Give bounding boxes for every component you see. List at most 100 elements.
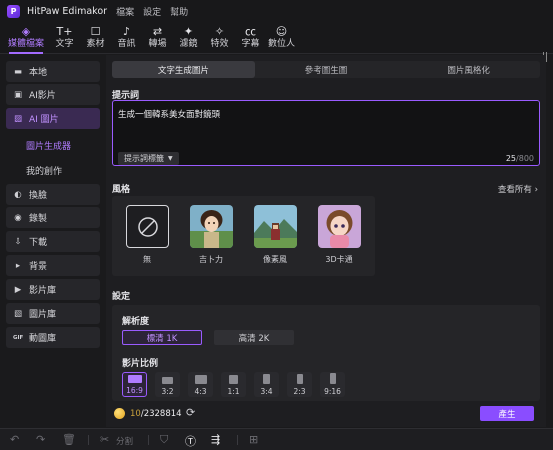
avatar-icon: ☺ (275, 25, 288, 38)
ratio-label: 1:1 (227, 387, 240, 396)
sidebar-item-record[interactable]: ◉ 錄製 (6, 207, 100, 228)
ratio-9-16-button[interactable]: 9:16 (320, 372, 345, 397)
redo-icon[interactable]: ↷ (36, 433, 45, 446)
sidebar-item-background[interactable]: ▸ 背景 (6, 255, 100, 276)
ai-image-panel: 文字生成圖片 參考圖生圖 圖片風格化 提示詞 生成一個韓系美女面對鏡頭 提示詞標… (106, 55, 546, 427)
ratio-2-3-icon (296, 374, 303, 384)
resolution-title: 解析度 (122, 317, 150, 327)
toolbar-audio[interactable]: ♪ 音訊 (111, 23, 142, 53)
toolbar-label: 特效 (210, 39, 229, 49)
toolbar-subtitle[interactable]: ㏄ 字幕 (235, 23, 266, 53)
sidebar-item-download[interactable]: ⇩ 下載 (6, 231, 100, 252)
ratio-label: 3:2 (161, 387, 174, 396)
prompt-tags-label: 提示詞標籤 (124, 154, 164, 163)
sidebar-subitem-image-generator[interactable]: 圖片生成器 (26, 139, 71, 152)
app-title: HitPaw Edimakor (27, 5, 108, 17)
refresh-icon[interactable]: ⟳ (186, 406, 195, 419)
delete-icon[interactable]: 🗑 (62, 433, 76, 446)
resolution-2k-button[interactable]: 高清 2K (214, 330, 294, 345)
prompt-char-current: 25 (505, 154, 517, 163)
mode-tabs: 文字生成圖片 參考圖生圖 圖片風格化 (112, 61, 540, 78)
title-bar: P HitPaw Edimakor 檔案 設定 幫助 (0, 0, 553, 22)
sidebar-item-label: AI 圖片 (29, 115, 59, 125)
toolbar-media[interactable]: ◈ 媒體檔案 (3, 23, 49, 54)
tab-image-stylize[interactable]: 圖片風格化 (397, 61, 540, 78)
style-label: 像素風 (263, 255, 287, 264)
undo-icon[interactable]: ↶ (10, 433, 19, 446)
ratio-16-9-button[interactable]: 16:9 (122, 372, 147, 397)
toolbar-effect[interactable]: ✧ 特效 (204, 23, 235, 53)
prompt-char-count: 25/800 (506, 154, 534, 163)
toolbar-transition[interactable]: ⇄ 轉場 (142, 23, 173, 53)
gif-library-icon: GIF (13, 334, 24, 341)
music-icon: ♪ (122, 25, 131, 38)
ratio-9-16-icon (329, 373, 336, 384)
subtitle-icon: ㏄ (245, 25, 256, 38)
record-icon: ◉ (14, 212, 22, 223)
prompt-text[interactable]: 生成一個韓系美女面對鏡頭 (118, 108, 220, 120)
sidebar-item-image-library[interactable]: ▧ 圖片庫 (6, 303, 100, 324)
caption-split-icon[interactable]: ⇶ (211, 433, 220, 446)
ratio-1-1-button[interactable]: 1:1 (221, 372, 246, 397)
sidebar-subitem-my-creations[interactable]: 我的創作 (26, 164, 62, 177)
sidebar-item-local[interactable]: ▬ 本地 (6, 61, 100, 82)
shield-icon[interactable]: ⛉ (160, 433, 168, 447)
style-pixel-card[interactable] (254, 205, 297, 248)
media-icon: ◈ (21, 25, 31, 38)
ratio-3-2-icon (162, 377, 173, 384)
menu-settings[interactable]: 設定 (143, 5, 161, 18)
filter-icon: ✦ (183, 25, 194, 38)
download-icon: ⇩ (14, 236, 22, 247)
toolbar-digital-human[interactable]: ☺ 數位人 (266, 23, 297, 53)
settings-panel: 解析度 標清 1K 高清 2K 影片比例 16:9 3:2 4:3 1:1 3:… (112, 305, 540, 401)
sidebar-item-gif-library[interactable]: GIF 動圖庫 (6, 327, 100, 348)
style-3d-cartoon-card[interactable] (318, 205, 361, 248)
scissors-icon[interactable]: ✂ (100, 433, 109, 446)
toolbar-filter[interactable]: ✦ 濾鏡 (173, 23, 204, 53)
sidebar-item-video-library[interactable]: ▶ 影片庫 (6, 279, 100, 300)
ratio-3-2-button[interactable]: 3:2 (155, 372, 180, 397)
toolbar-text[interactable]: T+ 文字 (49, 23, 80, 53)
split-label[interactable]: 分割 (116, 435, 133, 447)
style-gallery: 無 吉卜力 像素風 3D卡通 (112, 196, 375, 276)
see-all-styles-link[interactable]: 查看所有 › (498, 183, 538, 195)
chevron-right-icon: › (534, 185, 538, 195)
ratio-3-4-button[interactable]: 3:4 (254, 372, 279, 397)
tab-image-to-image[interactable]: 參考圖生圖 (255, 61, 398, 78)
toolbar-label: 音訊 (117, 39, 136, 49)
ratio-2-3-button[interactable]: 2:3 (287, 372, 312, 397)
prompt-input[interactable]: 生成一個韓系美女面對鏡頭 提示詞標籤 ▼ 25/800 (112, 100, 540, 166)
ratio-label: 4:3 (194, 387, 207, 396)
ratio-4-3-icon (194, 375, 207, 384)
add-track-icon[interactable]: ⊞ (249, 433, 258, 446)
menu-help[interactable]: 幫助 (170, 5, 188, 18)
sidebar-item-label: 背景 (29, 262, 48, 272)
ai-image-icon: ▨ (13, 113, 23, 124)
toolbar-label: 文字 (55, 39, 74, 49)
text-box-icon[interactable]: Ⓣ (185, 433, 196, 449)
style-label: 3D卡通 (325, 255, 353, 264)
ratio-1-1-icon (229, 375, 238, 384)
ratio-title: 影片比例 (122, 359, 159, 369)
generate-footer: 10/2328814 ⟳ 產生 (106, 401, 546, 427)
credits-current: 10 (130, 409, 141, 419)
tab-text-to-image[interactable]: 文字生成圖片 (112, 61, 255, 78)
settings-title: 設定 (112, 292, 131, 302)
face-swap-icon: ◐ (14, 189, 22, 200)
ratio-4-3-button[interactable]: 4:3 (188, 372, 213, 397)
toolbar-label: 字幕 (241, 39, 260, 49)
style-ghibli-card[interactable] (190, 205, 233, 248)
transition-icon: ⇄ (152, 25, 163, 38)
sidebar-item-face-swap[interactable]: ◐ 換臉 (6, 184, 100, 205)
sidebar-item-ai-image[interactable]: ▨ AI 圖片 (6, 108, 100, 129)
generate-button[interactable]: 產生 (480, 406, 534, 421)
folder-icon: ▬ (13, 66, 23, 77)
toolbar-label: 數位人 (267, 39, 295, 49)
style-none-card[interactable] (126, 205, 169, 248)
resolution-1k-button[interactable]: 標清 1K (122, 330, 202, 345)
sidebar-item-ai-video[interactable]: ▣ AI影片 (6, 84, 100, 105)
chevron-down-icon: ▼ (168, 155, 173, 162)
prompt-tags-dropdown[interactable]: 提示詞標籤 ▼ (118, 152, 179, 165)
menu-file[interactable]: 檔案 (116, 5, 134, 18)
toolbar-sticker[interactable]: ☐ 素材 (80, 23, 111, 53)
